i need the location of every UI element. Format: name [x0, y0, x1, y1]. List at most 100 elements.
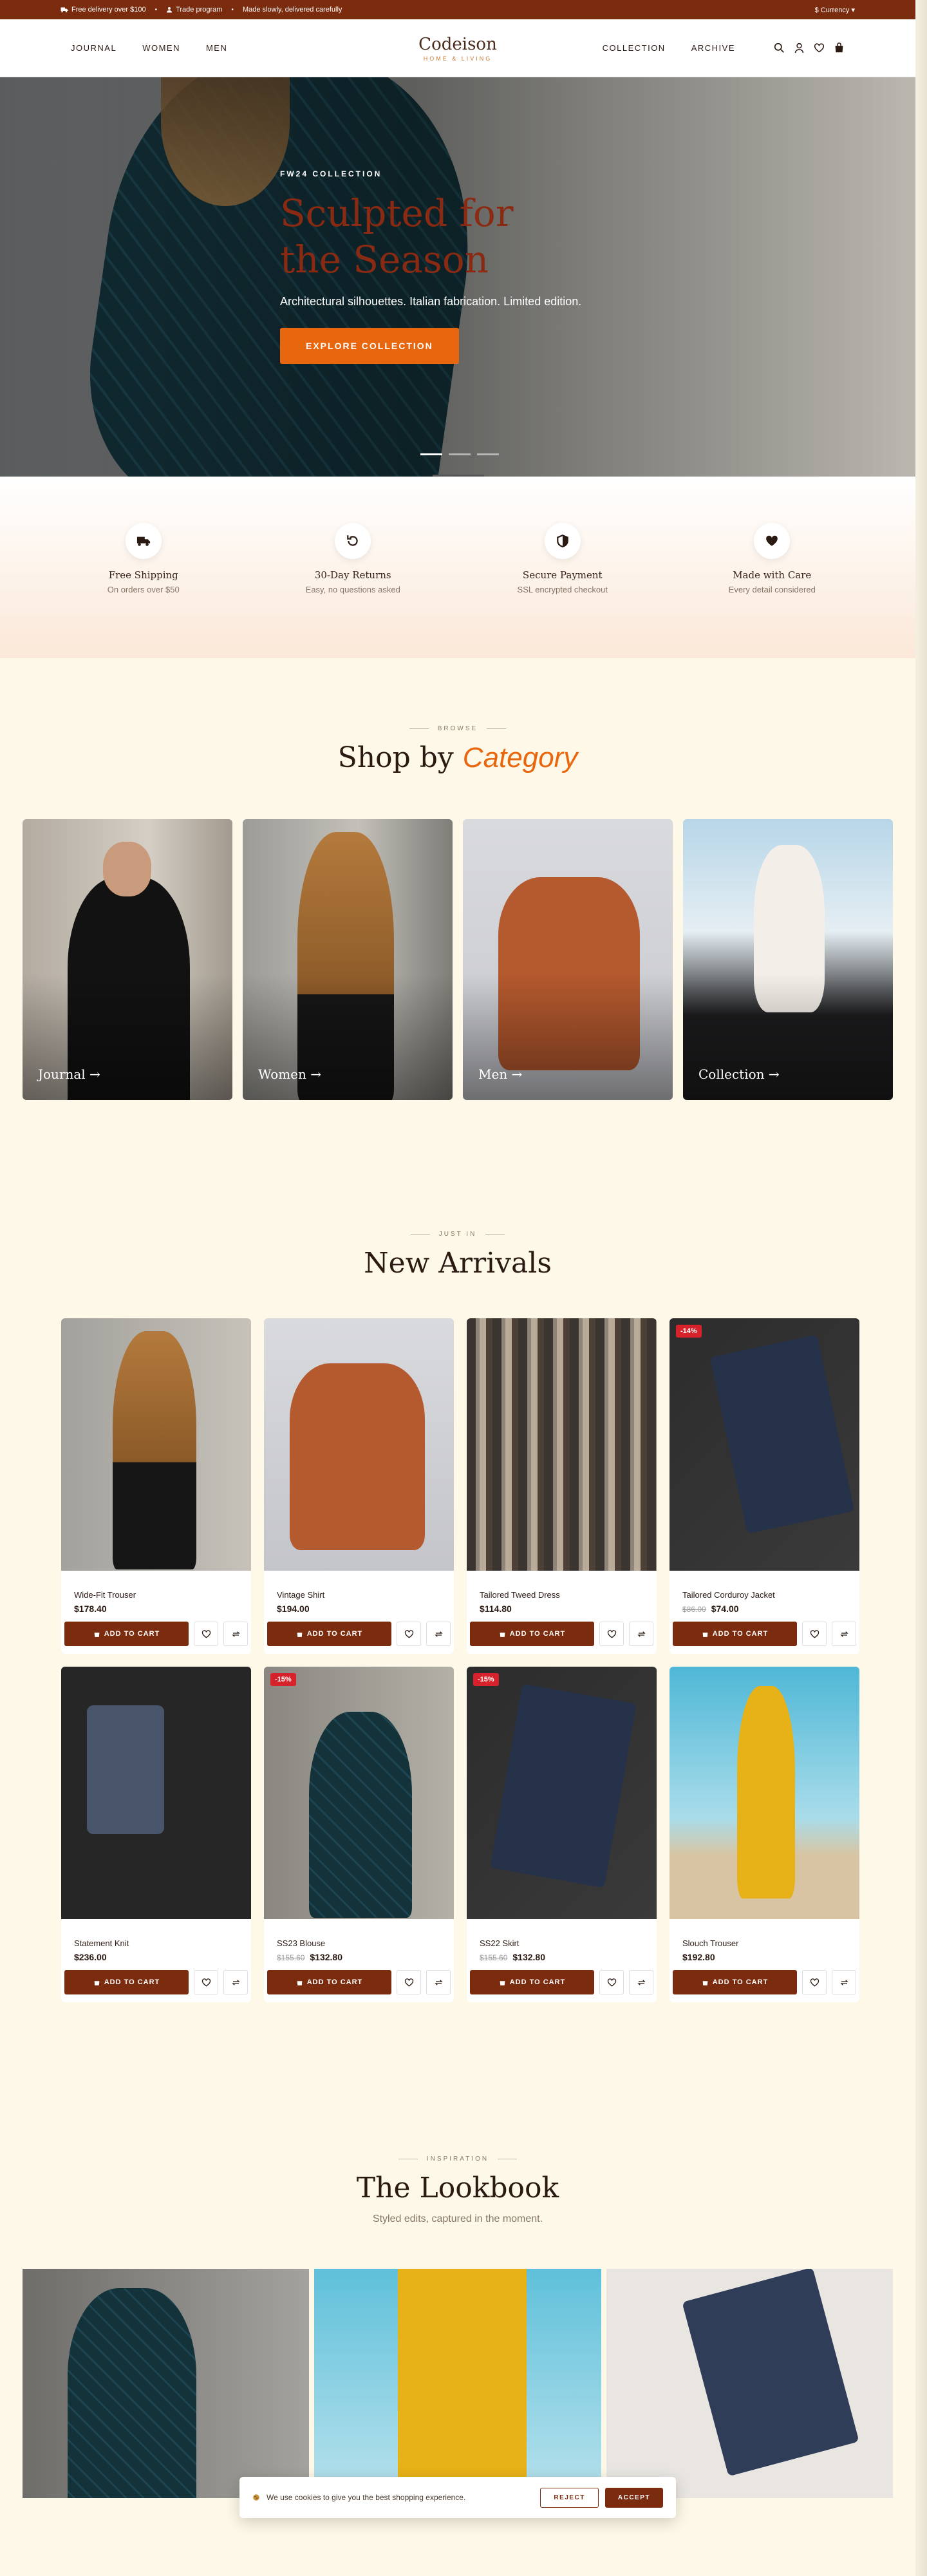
product-info: Statement Knit $236.00	[61, 1919, 251, 1970]
product-image[interactable]: -15%	[264, 1667, 454, 1919]
section-kicker: JUST IN	[0, 1231, 915, 1238]
nav-archive[interactable]: ARCHIVE	[691, 43, 735, 53]
search-icon[interactable]	[774, 43, 785, 53]
product-image-detail	[87, 1705, 164, 1834]
wishlist-button[interactable]	[802, 1970, 827, 1994]
product-price-current: $236.00	[74, 1952, 107, 1962]
reject-cookies-button[interactable]: REJECT	[540, 2487, 599, 2508]
nav-women[interactable]: WOMEN	[142, 43, 180, 53]
add-to-cart-button[interactable]: ADD TO CART	[673, 1622, 797, 1646]
product-actions: ADD TO CART	[467, 1622, 657, 1654]
page: Free delivery over $100 • Trade program …	[0, 0, 915, 2576]
primary-nav-left: JOURNAL WOMEN MEN	[71, 43, 227, 53]
product-image-detail	[737, 1686, 795, 1899]
product-price-current: $114.80	[480, 1604, 512, 1614]
product-actions: ADD TO CART	[264, 1970, 454, 2002]
product-image[interactable]	[264, 1318, 454, 1571]
add-to-cart-button[interactable]: ADD TO CART	[470, 1622, 594, 1646]
product-price-current: $194.00	[277, 1604, 310, 1614]
product-image[interactable]	[670, 1667, 859, 1919]
add-to-cart-label: ADD TO CART	[712, 1630, 769, 1638]
product-card[interactable]: Wide-Fit Trouser $178.40 ADD TO CART	[61, 1318, 251, 1654]
accept-cookies-button[interactable]: ACCEPT	[604, 2487, 663, 2508]
category-card-collection[interactable]: Collection →	[683, 819, 893, 1100]
cart-icon[interactable]	[834, 43, 845, 53]
site-header: JOURNAL WOMEN MEN Codeison HOME & LIVING…	[0, 19, 915, 77]
category-card-women[interactable]: Women →	[243, 819, 453, 1100]
product-card[interactable]: Statement Knit $236.00 ADD TO CART	[61, 1667, 251, 2002]
product-card[interactable]: -15% SS22 Skirt $155.60 $132.80 ADD TO CAR…	[467, 1667, 657, 2002]
product-image[interactable]: -14%	[670, 1318, 859, 1571]
compare-icon	[839, 1631, 848, 1637]
add-to-cart-button[interactable]: ADD TO CART	[673, 1970, 797, 1994]
compare-button[interactable]	[832, 1970, 856, 1994]
product-name[interactable]: Tailored Tweed Dress	[480, 1590, 644, 1600]
add-to-cart-button[interactable]: ADD TO CART	[267, 1970, 391, 1994]
lookbook-image[interactable]	[606, 2269, 893, 2498]
nav-men[interactable]: MEN	[206, 43, 227, 53]
discount-badge: -15%	[270, 1673, 296, 1686]
explore-collection-button[interactable]: EXPLORE COLLECTION	[280, 328, 459, 364]
wishlist-icon[interactable]	[814, 43, 825, 53]
logo[interactable]: Codeison HOME & LIVING	[418, 35, 497, 62]
nav-collection[interactable]: COLLECTION	[603, 43, 666, 53]
product-name[interactable]: Vintage Shirt	[277, 1590, 441, 1600]
product-name[interactable]: Tailored Corduroy Jacket	[682, 1590, 847, 1600]
wishlist-button[interactable]	[599, 1970, 624, 1994]
bag-icon	[94, 1632, 100, 1637]
product-name[interactable]: SS23 Blouse	[277, 1938, 441, 1948]
product-card[interactable]: -15% SS23 Blouse $155.60 $132.80 ADD TO CA…	[264, 1667, 454, 2002]
currency-selector[interactable]: $ Currency ▾	[815, 6, 855, 14]
wishlist-button[interactable]	[802, 1622, 827, 1646]
lookbook-image[interactable]	[23, 2269, 310, 2498]
add-to-cart-button[interactable]: ADD TO CART	[470, 1970, 594, 1994]
product-image[interactable]	[467, 1318, 657, 1571]
slider-dot[interactable]	[477, 453, 499, 455]
wishlist-button[interactable]	[599, 1622, 624, 1646]
product-card[interactable]: -14% Tailored Corduroy Jacket $86.00 $74.0…	[670, 1318, 859, 1654]
account-icon[interactable]	[794, 43, 805, 53]
product-name[interactable]: Wide-Fit Trouser	[74, 1590, 238, 1600]
compare-icon	[231, 1979, 240, 1985]
feature-title: Made with Care	[733, 569, 812, 581]
category-card-journal[interactable]: Journal →	[23, 819, 232, 1100]
hero-content: FW24 COLLECTION Sculpted for the Season …	[280, 169, 583, 364]
slider-dots	[420, 453, 499, 455]
product-name[interactable]: Statement Knit	[74, 1938, 238, 1948]
card-gradient	[23, 819, 232, 1100]
product-name[interactable]: SS22 Skirt	[480, 1938, 644, 1948]
product-name[interactable]: Slouch Trouser	[682, 1938, 847, 1948]
lookbook-image[interactable]	[314, 2269, 601, 2498]
compare-button[interactable]	[426, 1970, 451, 1994]
slider-dot[interactable]	[449, 453, 471, 455]
category-card-men[interactable]: Men →	[463, 819, 673, 1100]
scrollbar[interactable]	[915, 0, 927, 2576]
add-to-cart-button[interactable]: ADD TO CART	[64, 1622, 189, 1646]
compare-button[interactable]	[223, 1622, 248, 1646]
compare-button[interactable]	[629, 1970, 653, 1994]
product-image[interactable]	[61, 1667, 251, 1919]
wishlist-button[interactable]	[397, 1622, 421, 1646]
product-card[interactable]: Slouch Trouser $192.80 ADD TO CART	[670, 1667, 859, 2002]
add-to-cart-button[interactable]: ADD TO CART	[267, 1622, 391, 1646]
wishlist-button[interactable]	[194, 1622, 218, 1646]
wishlist-button[interactable]	[397, 1970, 421, 1994]
compare-button[interactable]	[832, 1622, 856, 1646]
wishlist-button[interactable]	[194, 1970, 218, 1994]
heart-icon	[404, 1629, 413, 1638]
product-image[interactable]: -15%	[467, 1667, 657, 1919]
trade-program-link[interactable]: Trade program	[166, 6, 222, 14]
compare-button[interactable]	[426, 1622, 451, 1646]
add-to-cart-label: ADD TO CART	[306, 1630, 363, 1638]
product-card[interactable]: Tailored Tweed Dress $114.80 ADD TO CART	[467, 1318, 657, 1654]
compare-button[interactable]	[629, 1622, 653, 1646]
compare-button[interactable]	[223, 1970, 248, 1994]
product-info: Tailored Corduroy Jacket $86.00 $74.00	[670, 1571, 859, 1622]
slider-dot[interactable]	[420, 453, 442, 455]
add-to-cart-button[interactable]: ADD TO CART	[64, 1970, 189, 1994]
nav-journal[interactable]: JOURNAL	[71, 43, 117, 53]
product-card[interactable]: Vintage Shirt $194.00 ADD TO CART	[264, 1318, 454, 1654]
product-image[interactable]	[61, 1318, 251, 1571]
product-info: Slouch Trouser $192.80	[670, 1919, 859, 1970]
heart-icon	[404, 1978, 413, 1987]
